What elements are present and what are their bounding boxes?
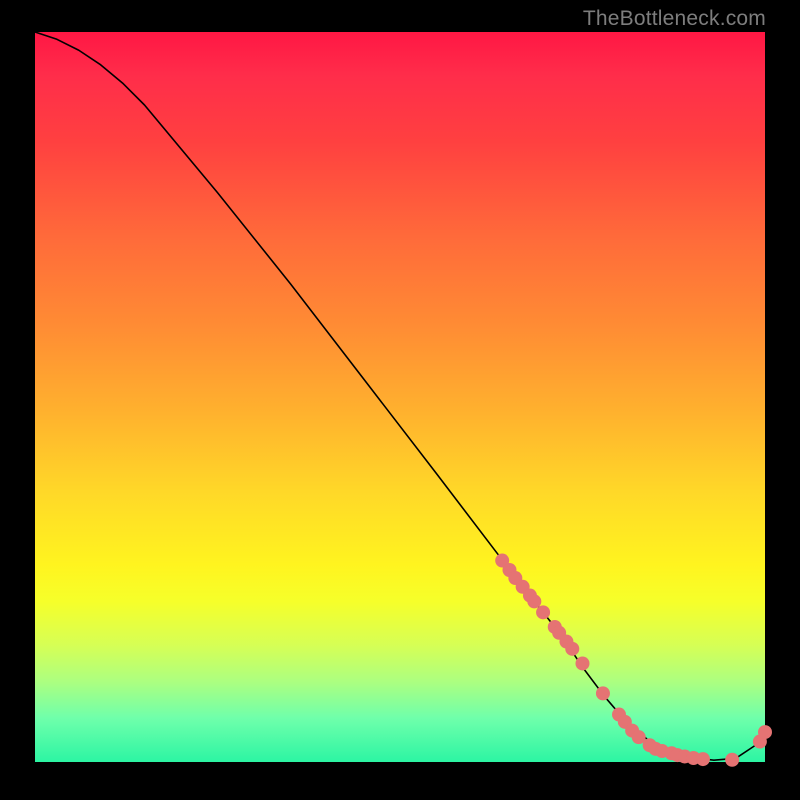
data-point	[596, 686, 610, 700]
data-point	[758, 725, 772, 739]
chart-stage: TheBottleneck.com	[0, 0, 800, 800]
marker-layer	[495, 554, 772, 767]
bottleneck-curve	[35, 32, 765, 760]
plot-svg	[35, 32, 765, 762]
data-point	[565, 642, 579, 656]
data-point	[696, 752, 710, 766]
data-point	[576, 656, 590, 670]
data-point	[527, 594, 541, 608]
watermark-text: TheBottleneck.com	[583, 7, 766, 31]
plot-area	[35, 32, 765, 762]
data-point	[725, 753, 739, 767]
data-point	[536, 605, 550, 619]
